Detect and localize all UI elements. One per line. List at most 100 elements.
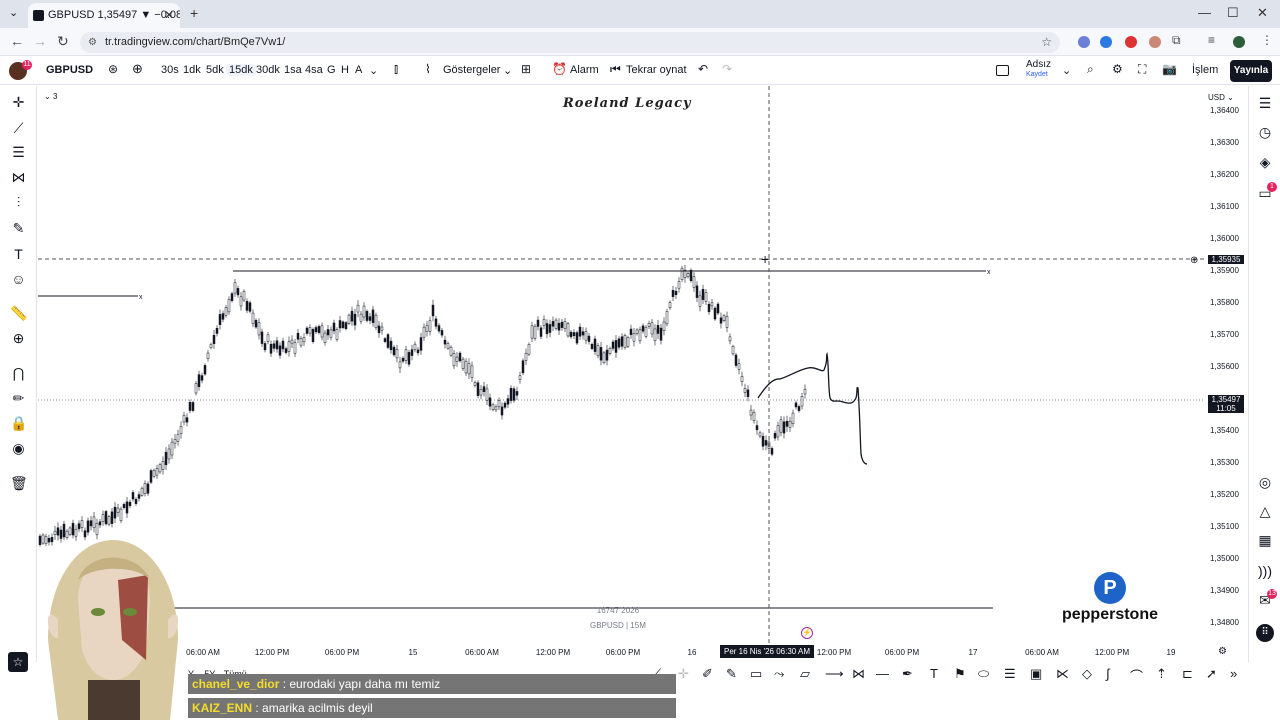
callout-icon[interactable]: ▱	[800, 666, 810, 682]
snapshot-camera-icon[interactable]: 📷	[1162, 62, 1177, 76]
calendar-icon[interactable]: ▦	[1256, 531, 1274, 549]
back-icon[interactable]: ←	[10, 33, 24, 49]
layout-save-label[interactable]: Kaydet	[1026, 71, 1048, 78]
candle-type-icon[interactable]: ⫾	[394, 61, 398, 77]
arc-icon[interactable]: ⌒	[1130, 666, 1143, 685]
ideas-icon[interactable]: △	[1256, 502, 1274, 520]
flag-icon[interactable]: ⚑	[954, 666, 966, 682]
layout-name[interactable]: Adsız	[1026, 59, 1051, 70]
layers-icon[interactable]: ◈	[1256, 153, 1274, 171]
trend-line-icon[interactable]: ⟋	[10, 120, 27, 137]
alerts-clock-icon[interactable]: ◷	[1256, 123, 1274, 141]
crosshair-icon[interactable]: ✛	[678, 666, 689, 682]
browser-tab[interactable]: GBPUSD 1,35497 ▼ −0.08% Ad ✕	[28, 3, 180, 28]
event-lightning-icon[interactable]: ⚡	[801, 627, 813, 639]
redo-icon[interactable]: ↷	[722, 62, 732, 76]
extension-icon[interactable]	[1078, 36, 1090, 48]
ruler-measure-icon[interactable]: 📏	[10, 305, 27, 322]
extension-icon[interactable]	[1100, 36, 1112, 48]
eraser-icon[interactable]: ◇	[1082, 666, 1092, 682]
zoom-in-icon[interactable]: ⊕	[10, 330, 27, 347]
interval-15dk[interactable]: 15dk	[226, 64, 256, 76]
apps-grid-icon[interactable]: ⠿	[1256, 624, 1274, 642]
brush-icon[interactable]: ✎	[10, 220, 27, 237]
interval-dropdown-icon[interactable]: ⌄	[369, 64, 378, 77]
group-toggle[interactable]: ⌄ 3	[44, 92, 57, 101]
favorites-star-icon[interactable]: ☆	[8, 652, 28, 672]
maximize-icon[interactable]: ☐	[1227, 5, 1239, 21]
brush-icon[interactable]: ✐	[702, 666, 713, 682]
undo-icon[interactable]: ↶	[698, 62, 708, 76]
extension-icon[interactable]	[1125, 36, 1137, 48]
layout-select-icon[interactable]	[996, 65, 1009, 76]
watchlist-icon[interactable]: ☰	[1256, 94, 1274, 112]
alarm-button[interactable]: Alarm	[570, 64, 599, 76]
interval-h[interactable]: H	[341, 64, 349, 76]
lock-drawing-icon[interactable]: ✏	[10, 390, 27, 407]
signal-icon[interactable]: )))	[1256, 562, 1274, 580]
xabcd-icon[interactable]: ⋉	[1056, 666, 1069, 682]
interval-30dk[interactable]: 30dk	[256, 64, 280, 76]
publish-button[interactable]: Yayınla	[1230, 60, 1272, 82]
new-tab-icon[interactable]: +	[190, 5, 198, 21]
fib-retracement-icon[interactable]: ☰	[10, 144, 27, 161]
horizontal-line-icon[interactable]: —	[876, 666, 889, 681]
replay-button[interactable]: Tekrar oynat	[626, 64, 687, 76]
price-axis[interactable]: USD ⌄ 1,36400 1,36300 1,36200 1,36100 1,3600…	[1204, 86, 1248, 662]
profile-avatar[interactable]	[1233, 36, 1245, 48]
forward-icon[interactable]: →	[33, 33, 47, 49]
magnet-icon[interactable]: ⋂	[10, 365, 27, 382]
address-bar[interactable]: ⚙ tr.tradingview.com/chart/BmQe7Vw1/ ☆	[80, 32, 1060, 53]
crosshair-cursor-icon[interactable]: ✛	[10, 94, 27, 111]
ray-icon[interactable]: ⟶	[825, 666, 844, 682]
ellipse-icon[interactable]: ⬭	[978, 666, 989, 682]
close-window-icon[interactable]: ✕	[1257, 5, 1268, 21]
fullscreen-icon[interactable]: ⛶	[1138, 62, 1146, 77]
reload-icon[interactable]: ↻	[57, 33, 69, 50]
watch-symbol-icon[interactable]: ⊛	[108, 62, 118, 76]
highlighter-icon[interactable]: ✎	[726, 666, 737, 682]
add-alert-plus-icon[interactable]: ⊕	[1190, 255, 1198, 266]
interval-1dk[interactable]: 1dk	[183, 64, 201, 76]
site-info-icon[interactable]: ⚙	[88, 32, 97, 53]
forecast-tool-icon[interactable]: ⫶	[10, 194, 27, 211]
axis-settings-icon[interactable]: ⚙	[1218, 646, 1227, 657]
interval-4sa[interactable]: 4sa	[305, 64, 323, 76]
layout-dropdown-icon[interactable]: ⌄	[1062, 64, 1071, 77]
interval-5dk[interactable]: 5dk	[206, 64, 224, 76]
templates-icon[interactable]: ⊞	[521, 62, 531, 76]
bookmark-star-icon[interactable]: ☆	[1041, 32, 1052, 53]
close-tab-icon[interactable]: ✕	[164, 3, 174, 28]
trade-button[interactable]: İşlem	[1192, 64, 1218, 76]
minimize-icon[interactable]: —	[1198, 5, 1211, 20]
indicators-button[interactable]: Göstergeler	[443, 64, 500, 76]
currency-label[interactable]: USD ⌄	[1208, 93, 1234, 102]
rectangle-icon[interactable]: ▭	[750, 666, 762, 682]
text-tool-icon[interactable]: T	[10, 246, 27, 263]
settings-gear-icon[interactable]: ⚙	[1112, 62, 1123, 76]
eye-visibility-icon[interactable]: ◉	[10, 440, 27, 457]
text-icon[interactable]: T	[930, 666, 938, 681]
pattern-tool-icon[interactable]: ⋈	[10, 169, 27, 186]
arrow-up-icon[interactable]: ⇡	[1156, 666, 1167, 682]
interval-30s[interactable]: 30s	[161, 64, 179, 76]
image-icon[interactable]: ▣	[1030, 666, 1042, 682]
cursor-icon[interactable]: ➚	[1206, 666, 1217, 682]
lock-icon[interactable]: 🔒	[10, 415, 27, 432]
trash-icon[interactable]: 🗑	[10, 475, 28, 492]
price-chart[interactable]: x x +	[38, 86, 1204, 644]
interval-1sa[interactable]: 1sa	[284, 64, 302, 76]
browser-menu-icon[interactable]: ⋮	[1261, 33, 1273, 47]
reading-list-icon[interactable]: ≡	[1208, 33, 1215, 47]
more-tools-icon[interactable]: »	[1230, 666, 1237, 681]
pen-icon[interactable]: ✒	[902, 666, 913, 682]
pattern-icon[interactable]: ⋈	[852, 666, 865, 682]
fib-icon[interactable]: ☰	[1004, 666, 1016, 682]
drawn-projection-path[interactable]	[757, 351, 868, 465]
indicators-dropdown-icon[interactable]: ⌄	[503, 64, 512, 77]
extension-icon[interactable]	[1149, 36, 1161, 48]
emoji-icon[interactable]: ☺	[10, 271, 27, 288]
path-icon[interactable]: ⤳	[774, 666, 784, 682]
target-icon[interactable]: ◎	[1256, 473, 1274, 491]
extensions-puzzle-icon[interactable]: ⧉	[1172, 33, 1181, 48]
